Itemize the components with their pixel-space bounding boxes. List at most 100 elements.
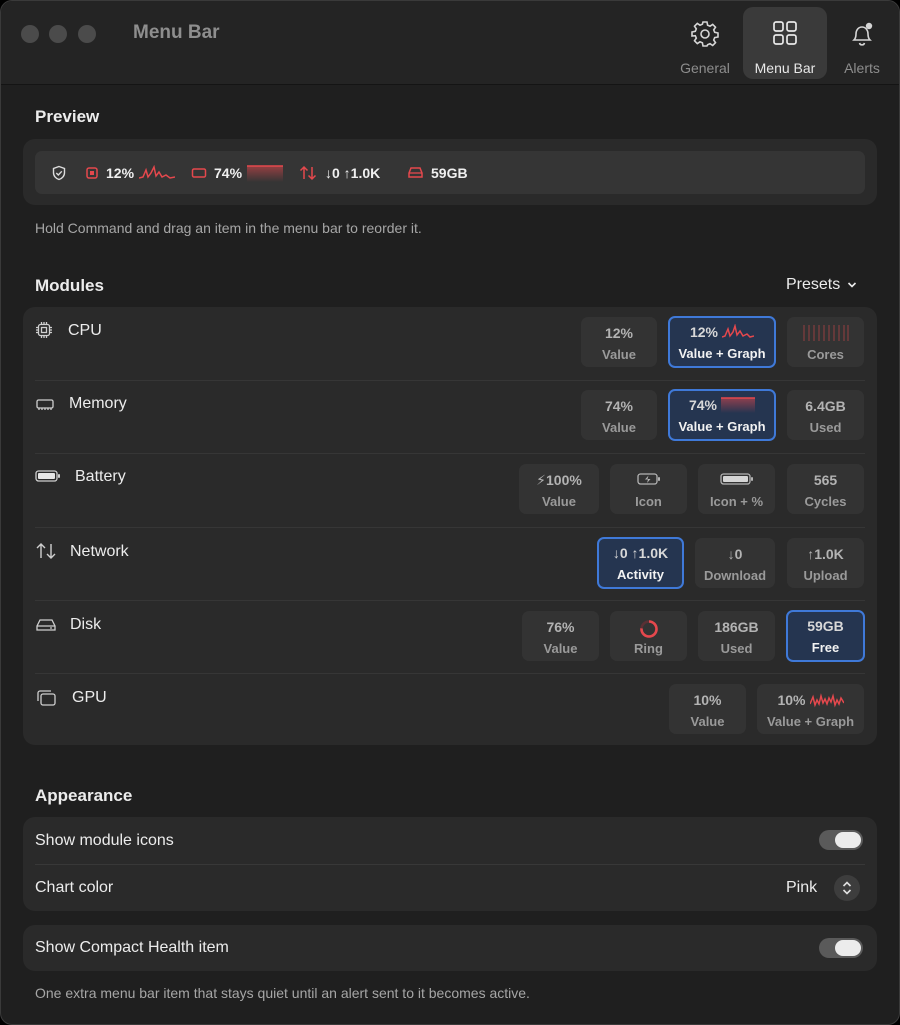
battery-icon — [35, 469, 61, 488]
option-label: Used — [720, 641, 753, 656]
sparkline-icon — [722, 324, 755, 338]
module-name-disk: Disk — [70, 616, 102, 633]
option-value-graph: 10% — [757, 692, 864, 708]
network-option-download[interactable]: ↓0 Download — [695, 538, 775, 588]
memory-option-used[interactable]: 6.4GB Used — [787, 390, 864, 440]
option-value-text: 565 — [813, 472, 838, 488]
network-arrows-icon — [35, 542, 57, 565]
option-label: Icon + % — [709, 494, 764, 509]
tab-general-label: General — [680, 60, 730, 76]
tab-alerts[interactable]: Alerts — [831, 7, 893, 79]
network-option-upload[interactable]: ↑1.0K Upload — [787, 538, 864, 588]
preview-memory: 74% — [191, 151, 284, 194]
chart-color-label: Chart color — [35, 879, 114, 896]
network-option-activity[interactable]: ↓0 ↑1.0K Activity — [597, 537, 684, 589]
battery-option-icon[interactable]: Icon — [610, 464, 687, 514]
module-name-gpu: GPU — [72, 689, 107, 706]
memory-icon — [191, 167, 207, 178]
close-window-button[interactable] — [21, 25, 39, 43]
battery-full-icon — [698, 472, 775, 486]
memory-option-value-graph[interactable]: 74% Value + Graph — [668, 389, 776, 441]
compact-health-toggle[interactable] — [819, 938, 863, 958]
preview-network: ↓0 ↑1.0K — [299, 151, 380, 194]
memory-graph-icon — [721, 397, 756, 413]
option-value-graph: 12% — [670, 324, 774, 340]
memory-bar-graph-icon — [247, 164, 284, 182]
option-label: Download — [703, 568, 767, 583]
preview-cpu: 12% — [85, 151, 176, 194]
option-value-text: 74% — [688, 397, 718, 413]
option-label: Value + Graph — [678, 419, 766, 434]
option-label: Value — [542, 494, 576, 509]
title-bar: Menu Bar General Menu Bar Alerts — [1, 1, 899, 85]
gpu-option-value[interactable]: 10% Value — [669, 684, 746, 734]
preview-disk-value: 59GB — [431, 164, 468, 181]
show-icons-toggle[interactable] — [819, 830, 863, 850]
chevron-up-down-icon — [842, 881, 852, 895]
option-label: Used — [809, 420, 842, 435]
toggle-knob — [835, 940, 861, 956]
option-label: Value — [602, 420, 636, 435]
battery-option-icon-percent[interactable]: Icon + % — [698, 464, 775, 514]
battery-option-value[interactable]: ⚡100% Value — [519, 464, 599, 514]
tab-menu-bar-label: Menu Bar — [754, 60, 816, 76]
minimize-window-button[interactable] — [49, 25, 67, 43]
cpu-option-value-graph[interactable]: 12% Value + Graph — [668, 316, 776, 368]
preview-cpu-value: 12% — [106, 164, 135, 181]
memory-option-value[interactable]: 74% Value — [581, 390, 657, 440]
option-value-text: 59GB — [807, 618, 844, 634]
grid-icon — [773, 21, 797, 45]
disk-option-free[interactable]: 59GB Free — [786, 610, 865, 662]
option-value-text: 76% — [546, 619, 575, 635]
option-value-text: 12% — [604, 325, 634, 341]
option-value-text: ↑1.0K — [807, 546, 844, 562]
preview-heading: Preview — [35, 107, 100, 126]
appearance-heading: Appearance — [35, 786, 133, 805]
zoom-window-button[interactable] — [78, 25, 96, 43]
tab-general[interactable]: General — [669, 7, 741, 79]
option-label: Activity — [617, 567, 664, 582]
arrows-updown-icon — [299, 165, 317, 180]
option-value-text: 10% — [693, 692, 722, 708]
cpu-sparkline-icon — [139, 164, 176, 179]
settings-window: Menu Bar General Menu Bar Alerts Preview… — [0, 0, 900, 1025]
toggle-knob — [835, 832, 861, 848]
modules-card — [23, 307, 877, 745]
disk-option-value[interactable]: 76% Value — [522, 611, 599, 661]
option-label: Value — [543, 641, 578, 656]
compact-health-hint: One extra menu bar item that stays quiet… — [35, 985, 530, 1001]
option-label: Icon — [635, 494, 662, 509]
cpu-icon — [35, 321, 53, 344]
row-divider — [35, 600, 865, 601]
tab-menu-bar[interactable]: Menu Bar — [743, 7, 827, 79]
cpu-option-cores[interactable]: Cores — [787, 317, 864, 367]
option-value-text: ↓0 ↑1.0K — [612, 545, 669, 561]
chart-color-value[interactable]: Pink — [786, 879, 817, 897]
battery-option-cycles[interactable]: 565 Cycles — [787, 464, 864, 514]
option-label: Value — [602, 347, 636, 362]
presets-menu-button[interactable]: Presets — [786, 276, 857, 294]
row-divider — [35, 380, 865, 381]
cpu-option-value[interactable]: 12% Value — [581, 317, 657, 367]
chevron-down-icon — [847, 282, 856, 288]
presets-label: Presets — [786, 276, 841, 293]
gpu-option-value-graph[interactable]: 10% Value + Graph — [757, 684, 864, 734]
disk-option-used[interactable]: 186GB Used — [698, 611, 775, 661]
option-label: Value — [690, 714, 725, 729]
cpu-chip-icon — [86, 166, 98, 179]
preview-memory-value: 74% — [214, 164, 243, 181]
option-value-text: 74% — [604, 398, 634, 414]
chart-color-stepper[interactable] — [834, 875, 860, 901]
sparkline-icon — [809, 693, 844, 708]
row-divider — [35, 453, 865, 454]
disk-option-ring[interactable]: Ring — [610, 611, 687, 661]
window-title: Menu Bar — [133, 22, 220, 43]
module-name-cpu: CPU — [68, 322, 102, 339]
modules-heading: Modules — [35, 276, 104, 295]
option-value-text: ↓0 — [727, 546, 743, 562]
cores-bars-icon — [787, 325, 864, 341]
preview-hint: Hold Command and drag an item in the men… — [35, 220, 422, 236]
row-divider — [35, 673, 865, 674]
shield-icon — [51, 151, 67, 194]
option-value-text: 10% — [777, 692, 806, 708]
